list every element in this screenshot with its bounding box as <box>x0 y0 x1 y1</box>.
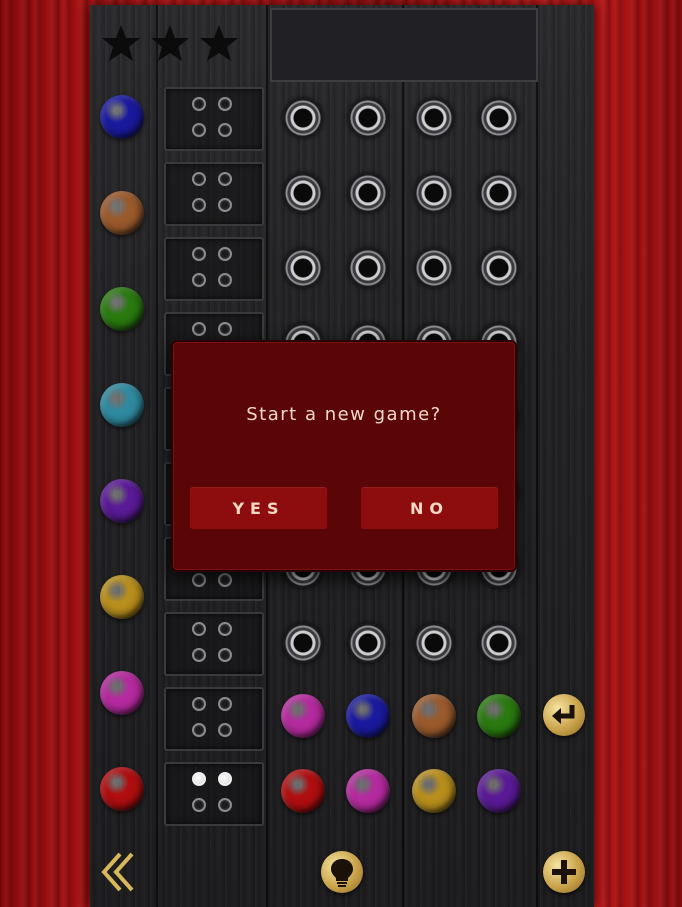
empty-peg-hole[interactable] <box>479 173 519 213</box>
hint-button[interactable] <box>321 851 363 893</box>
feedback-box <box>164 162 264 226</box>
feedback-peg <box>218 198 232 212</box>
empty-peg-hole[interactable] <box>479 623 519 663</box>
previous-guess-peg-gold[interactable] <box>412 769 456 813</box>
palette-color-gold[interactable] <box>100 575 144 619</box>
empty-peg-hole[interactable] <box>479 98 519 138</box>
feedback-peg <box>218 723 232 737</box>
new-game-button[interactable] <box>543 851 585 893</box>
palette-color-purple[interactable] <box>100 479 144 523</box>
current-guess-peg-brown[interactable] <box>412 694 456 738</box>
new-game-dialog: Start a new game? YES NO <box>171 340 517 572</box>
feedback-peg <box>192 573 206 587</box>
feedback-peg <box>218 97 232 111</box>
empty-peg-hole[interactable] <box>348 623 388 663</box>
empty-peg-hole[interactable] <box>283 623 323 663</box>
empty-peg-hole[interactable] <box>479 248 519 288</box>
submit-guess-button[interactable] <box>543 694 585 736</box>
feedback-box <box>164 237 264 301</box>
empty-peg-hole[interactable] <box>283 248 323 288</box>
feedback-peg <box>192 697 206 711</box>
feedback-peg <box>192 772 206 786</box>
dialog-message: Start a new game? <box>246 404 442 425</box>
plank-seam <box>536 5 538 907</box>
feedback-peg <box>218 123 232 137</box>
palette-color-green[interactable] <box>100 287 144 331</box>
feedback-peg <box>218 697 232 711</box>
empty-peg-hole[interactable] <box>414 98 454 138</box>
current-guess-peg-blue[interactable] <box>346 694 390 738</box>
feedback-peg <box>192 723 206 737</box>
double-chevron-left-icon[interactable] <box>98 850 138 894</box>
palette-color-magenta[interactable] <box>100 671 144 715</box>
feedback-peg <box>218 798 232 812</box>
feedback-peg <box>218 273 232 287</box>
feedback-peg <box>192 247 206 261</box>
feedback-peg <box>218 772 232 786</box>
empty-peg-hole[interactable] <box>348 173 388 213</box>
current-guess-peg-magenta[interactable] <box>281 694 325 738</box>
feedback-peg <box>218 648 232 662</box>
previous-guess-peg-magenta[interactable] <box>346 769 390 813</box>
lightbulb-icon <box>331 859 353 887</box>
star-icon <box>151 25 189 61</box>
palette-color-teal[interactable] <box>100 383 144 427</box>
feedback-box <box>164 612 264 676</box>
previous-guess-peg-red[interactable] <box>281 769 325 813</box>
feedback-peg <box>218 573 232 587</box>
return-arrow-icon <box>552 705 575 724</box>
feedback-peg <box>192 648 206 662</box>
empty-peg-hole[interactable] <box>348 98 388 138</box>
plus-icon <box>552 860 576 884</box>
star-icon <box>200 25 238 61</box>
feedback-peg <box>218 172 232 186</box>
feedback-peg <box>192 798 206 812</box>
feedback-peg <box>192 198 206 212</box>
feedback-peg <box>218 247 232 261</box>
feedback-peg <box>218 322 232 336</box>
empty-peg-hole[interactable] <box>283 173 323 213</box>
feedback-box <box>164 762 264 826</box>
star-icon <box>102 25 140 61</box>
feedback-peg <box>192 172 206 186</box>
palette-color-brown[interactable] <box>100 191 144 235</box>
secret-code-slot <box>270 8 538 82</box>
plank-seam <box>156 5 158 907</box>
feedback-peg <box>192 273 206 287</box>
feedback-peg <box>192 97 206 111</box>
yes-button[interactable]: YES <box>190 487 327 529</box>
empty-peg-hole[interactable] <box>348 248 388 288</box>
feedback-box <box>164 687 264 751</box>
palette-color-red[interactable] <box>100 767 144 811</box>
feedback-peg <box>218 622 232 636</box>
feedback-peg <box>192 322 206 336</box>
previous-guess-peg-purple[interactable] <box>477 769 521 813</box>
feedback-peg <box>192 123 206 137</box>
no-button[interactable]: NO <box>361 487 498 529</box>
feedback-peg <box>192 622 206 636</box>
empty-peg-hole[interactable] <box>414 248 454 288</box>
empty-peg-hole[interactable] <box>414 173 454 213</box>
empty-peg-hole[interactable] <box>283 98 323 138</box>
palette-color-blue[interactable] <box>100 95 144 139</box>
current-guess-peg-green[interactable] <box>477 694 521 738</box>
feedback-box <box>164 87 264 151</box>
empty-peg-hole[interactable] <box>414 623 454 663</box>
